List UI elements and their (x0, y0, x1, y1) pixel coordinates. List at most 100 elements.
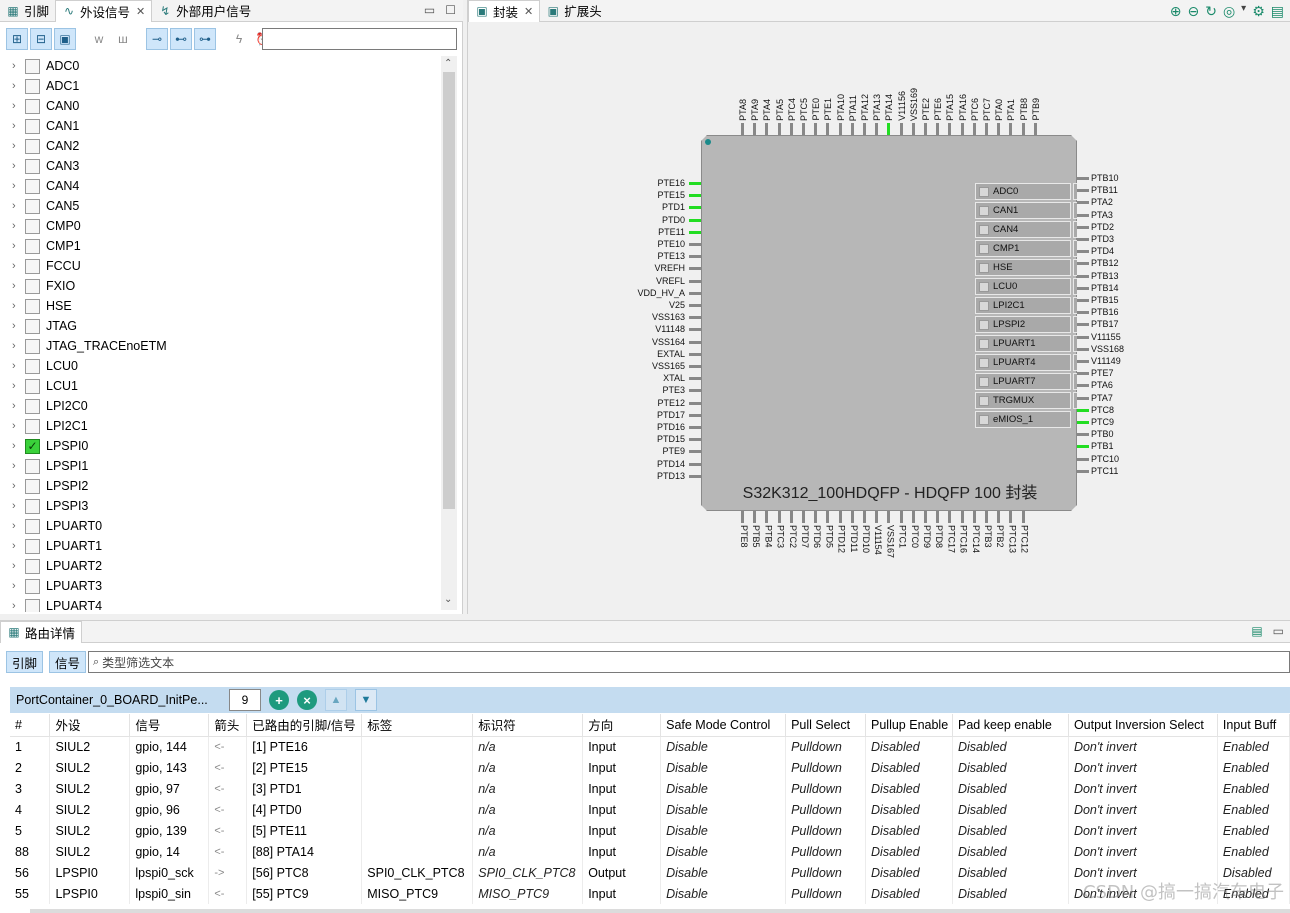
module-cell[interactable]: LPI2C0 (1171, 278, 1267, 295)
table-cell[interactable]: <- (208, 757, 248, 778)
module-checkbox[interactable] (1175, 263, 1185, 273)
pin-left[interactable] (689, 328, 701, 332)
tree-checkbox[interactable] (25, 118, 40, 134)
signal-wave-icon[interactable]: w (88, 28, 110, 50)
module-checkbox[interactable] (979, 338, 989, 349)
pin-left[interactable] (689, 377, 701, 381)
close-icon[interactable]: ✕ (136, 5, 145, 18)
chevron-right-icon[interactable]: › (12, 320, 22, 332)
tree-checkbox[interactable] (25, 498, 40, 514)
table-cell[interactable]: Pulldown (785, 799, 867, 820)
module-cell[interactable]: CAN3 (1171, 202, 1267, 219)
module-checkbox[interactable] (1175, 377, 1185, 387)
table-cell[interactable]: SIUL2 (49, 799, 131, 820)
module-cell[interactable]: FCCU (1073, 240, 1077, 257)
tab-peripheral-signals[interactable]: ∿ 外设信号 ✕ (55, 0, 153, 22)
pin-right[interactable] (1077, 238, 1089, 241)
pin-right[interactable] (1077, 213, 1089, 217)
table-row[interactable]: 4 SIUL2 gpio, 96 <- [4] PTD0 n/a Input Disable P… (10, 799, 1290, 820)
tree-item[interactable]: › LCU1 (0, 376, 440, 396)
tree-checkbox[interactable]: ✓ (25, 438, 40, 454)
tab-pins[interactable]: ▦ 引脚 (0, 0, 55, 22)
table-cell[interactable]: gpio, 144 (129, 736, 210, 757)
tab-routing-details[interactable]: ▦ 路由详情 (0, 620, 83, 643)
tree-item[interactable]: › CAN1 (0, 116, 440, 136)
module-cell[interactable]: HSE (975, 259, 1071, 276)
pin-left[interactable] (689, 413, 701, 417)
module-checkbox[interactable] (1175, 396, 1185, 406)
pin-right[interactable] (1077, 421, 1089, 424)
table-cell[interactable]: Enabled (1217, 841, 1290, 862)
pin-bottom[interactable] (838, 511, 842, 523)
pin-right[interactable] (1077, 274, 1089, 278)
chevron-right-icon[interactable]: › (12, 260, 22, 272)
tree-item[interactable]: › CAN2 (0, 136, 440, 156)
pin-bottom[interactable] (1021, 511, 1025, 523)
pin-top[interactable] (753, 123, 757, 135)
tree-checkbox[interactable] (25, 578, 40, 594)
table-cell[interactable]: Input (582, 883, 662, 904)
minimize-icon[interactable]: ▭ (1273, 624, 1284, 638)
module-checkbox[interactable] (1175, 244, 1185, 254)
tree-checkbox[interactable] (25, 218, 40, 234)
pin-top[interactable] (850, 123, 854, 135)
pin-bottom[interactable] (924, 511, 927, 523)
table-cell[interactable]: n/a (472, 841, 584, 862)
table-cell[interactable]: <- (208, 841, 248, 862)
add-icon[interactable]: + (269, 690, 289, 710)
table-cell[interactable]: <- (208, 820, 248, 841)
module-cell[interactable]: SIUL2 (1073, 373, 1077, 390)
chevron-right-icon[interactable]: › (12, 100, 22, 112)
pin-bottom[interactable] (814, 511, 818, 523)
module-cell[interactable]: ADC0 (975, 183, 1071, 200)
module-cell[interactable]: LPUART4 (975, 354, 1071, 371)
table-cell[interactable]: Pulldown (785, 820, 867, 841)
pin-bottom[interactable] (972, 511, 976, 523)
tree-item[interactable]: › CAN4 (0, 176, 440, 196)
pin-top[interactable] (789, 123, 793, 135)
pin-left[interactable] (689, 267, 701, 271)
pin-bottom[interactable] (899, 511, 903, 523)
pin-top[interactable] (875, 123, 879, 135)
scroll-down-icon[interactable]: ⌄ (444, 594, 452, 605)
table-cell[interactable]: n/a (472, 799, 584, 820)
column-header[interactable]: 箭头 (208, 714, 248, 737)
module-checkbox[interactable] (979, 262, 989, 273)
table-cell[interactable]: SIUL2 (49, 736, 131, 757)
chevron-right-icon[interactable]: › (12, 180, 22, 192)
tree-item[interactable]: › ADC1 (0, 76, 440, 96)
module-cell[interactable]: LPUART6 (1171, 354, 1267, 371)
module-checkbox[interactable] (979, 376, 989, 387)
table-cell[interactable]: 3 (10, 778, 51, 799)
table-cell[interactable]: Disabled (952, 757, 1069, 778)
table-cell[interactable] (361, 799, 474, 820)
table-row[interactable]: 3 SIUL2 gpio, 97 <- [3] PTD1 n/a Input Disable P… (10, 778, 1290, 799)
pin-top[interactable] (936, 123, 940, 135)
module-cell[interactable]: CAN5 (1073, 221, 1077, 238)
pin-top[interactable] (838, 123, 842, 135)
table-cell[interactable]: gpio, 143 (129, 757, 210, 778)
pin-top[interactable] (997, 123, 1001, 135)
column-header[interactable]: Input Buff (1217, 714, 1290, 737)
left-scrollbar[interactable]: ⌃ ⌄ (441, 56, 457, 610)
table-cell[interactable]: gpio, 97 (129, 778, 210, 799)
collapse-all-button[interactable]: ⊟ (30, 28, 52, 50)
chevron-right-icon[interactable]: › (12, 200, 22, 212)
module-checkbox[interactable] (979, 395, 989, 406)
pin-right[interactable] (1077, 469, 1089, 473)
chevron-right-icon[interactable]: › (12, 220, 22, 232)
tree-item[interactable]: › LPUART2 (0, 556, 440, 576)
module-cell[interactable]: LPUART0 (1171, 316, 1267, 333)
move-up-icon[interactable]: ▲ (325, 689, 347, 711)
table-cell[interactable]: SIUL2 (49, 841, 131, 862)
module-cell[interactable]: LPUART3 (1171, 335, 1267, 352)
module-cell[interactable]: FXIO (1171, 240, 1267, 257)
move-down-icon[interactable]: ▼ (355, 689, 377, 711)
pin-bottom[interactable] (887, 511, 891, 523)
table-cell[interactable]: <- (208, 778, 248, 799)
chevron-right-icon[interactable]: › (12, 240, 22, 252)
table-cell[interactable]: [3] PTD1 (246, 778, 363, 799)
tree-checkbox[interactable] (25, 558, 40, 574)
column-header[interactable]: 标识符 (472, 714, 584, 737)
tree-checkbox[interactable] (25, 258, 40, 274)
